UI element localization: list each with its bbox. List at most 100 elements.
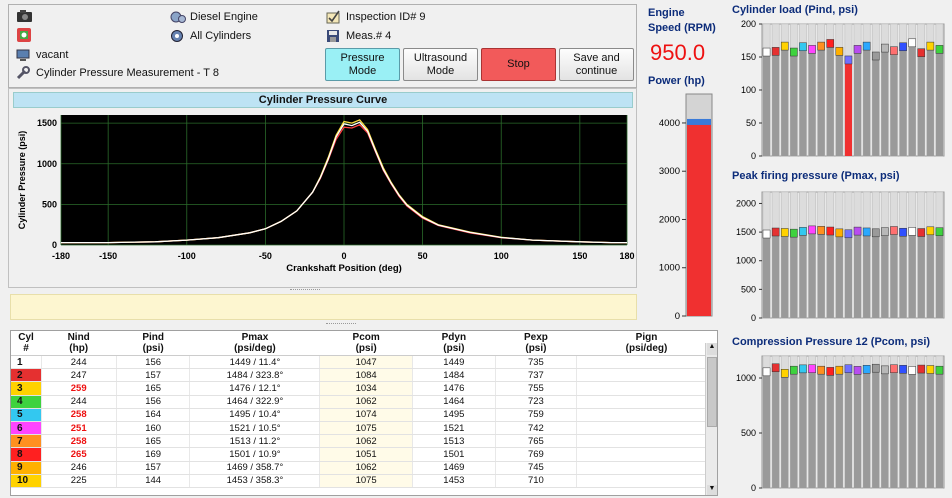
- table-row[interactable]: 1 244 156 1449 / 11.4° 1047 1449 735: [11, 355, 717, 370]
- table-cell-cyl: 9: [11, 461, 42, 475]
- table-cell-pdyn: 1464: [412, 395, 496, 409]
- table-row[interactable]: 10 225 144 1453 / 358.3° 1075 1453 710: [11, 474, 717, 488]
- table-cell-pdyn: 1484: [412, 368, 496, 383]
- app-window: { "header": { "engine_type": "Diesel Eng…: [0, 0, 952, 498]
- table-cell-pdyn: 1501: [412, 447, 496, 462]
- table-cell-nind: 247: [41, 368, 117, 383]
- bar: [808, 50, 816, 156]
- splitter-handle[interactable]: [290, 289, 320, 292]
- column-header[interactable]: Cyl #: [11, 331, 41, 356]
- bar: [781, 374, 789, 488]
- power-tick-label: 4000: [659, 118, 680, 129]
- message-bar: [10, 294, 637, 320]
- table-cell-pmax: 1484 / 323.8°: [189, 368, 321, 383]
- table-cell-pind: 156: [116, 395, 191, 409]
- scroll-thumb[interactable]: [707, 357, 717, 427]
- table-row[interactable]: 5 258 164 1495 / 10.4° 1074 1495 759: [11, 408, 717, 422]
- bar-cap: [908, 366, 916, 375]
- bar-cap: [817, 41, 825, 51]
- table-cell-pind: 157: [116, 461, 191, 475]
- table-cell-pcom: 1062: [319, 434, 413, 449]
- table-cell-pign: [576, 381, 717, 396]
- table-cell-pexp: 755: [495, 381, 578, 396]
- stop-button[interactable]: Stop: [481, 48, 556, 81]
- save-disk-icon: [326, 29, 340, 43]
- bar: [808, 230, 816, 318]
- bar: [863, 232, 871, 318]
- bar-cap: [790, 47, 798, 57]
- compression-chart: 1000 500 0: [736, 355, 945, 493]
- table-cell-nind: 244: [41, 355, 117, 370]
- table-cell-pdyn: 1521: [412, 421, 496, 436]
- bar: [881, 370, 889, 488]
- table-row[interactable]: 9 246 157 1469 / 358.7° 1062 1469 745: [11, 461, 717, 475]
- bar-cap: [844, 229, 853, 239]
- compression-title: Compression Pressure 12 (Pcom, psi): [732, 336, 931, 348]
- bar: [863, 47, 871, 156]
- bar: [926, 47, 934, 156]
- bar: [881, 49, 889, 156]
- save-continue-button[interactable]: Save and continue: [559, 48, 634, 81]
- bar: [763, 235, 771, 318]
- bar-cap: [780, 228, 789, 237]
- bar-cap: [762, 47, 771, 57]
- table-cell-nind: 265: [41, 447, 117, 462]
- table-row[interactable]: 3 259 165 1476 / 12.1° 1034 1476 755: [11, 381, 717, 396]
- stop-label: Stop: [507, 58, 530, 70]
- cylinders-row: All Cylinders: [170, 29, 251, 43]
- bar-y-tick-label: 2000: [736, 198, 756, 208]
- cylinders-mode: All Cylinders: [190, 30, 252, 42]
- column-header[interactable]: Pign (psi/deg): [576, 331, 717, 356]
- table-cell-pexp: 742: [495, 421, 578, 436]
- column-header[interactable]: Pdyn (psi): [412, 331, 496, 356]
- column-header[interactable]: Pind (psi): [116, 331, 190, 356]
- table-cell-pind: 160: [116, 421, 191, 436]
- table-cell-nind: 244: [41, 395, 117, 409]
- table-cell-pind: 157: [116, 368, 191, 383]
- scroll-up-icon[interactable]: ▲: [707, 343, 717, 355]
- table-cell-nind: 246: [41, 461, 117, 475]
- scroll-down-icon[interactable]: ▼: [707, 485, 717, 495]
- table-cell-pcom: 1062: [319, 461, 413, 475]
- bar-y-tick-label: 100: [741, 85, 756, 95]
- table-row[interactable]: 6 251 160 1521 / 10.5° 1075 1521 742: [11, 421, 717, 436]
- ultrasound-mode-button[interactable]: Ultrasound Mode: [403, 48, 478, 81]
- column-header[interactable]: Nind (hp): [41, 331, 117, 356]
- table-row[interactable]: 4 244 156 1464 / 322.9° 1062 1464 723: [11, 395, 717, 409]
- table-cell-pign: [576, 447, 717, 462]
- table-cell-pcom: 1051: [319, 447, 413, 462]
- table-cell-pmax: 1495 / 10.4°: [189, 408, 321, 422]
- bar-cap: [853, 366, 862, 375]
- bar: [781, 233, 789, 318]
- table-row[interactable]: 7 258 165 1513 / 11.2° 1062 1513 765: [11, 434, 717, 449]
- bar-cap: [817, 365, 825, 375]
- power-tick-label: 1000: [659, 263, 680, 274]
- column-header[interactable]: Pcom (psi): [319, 331, 413, 356]
- bar: [917, 233, 925, 318]
- bar: [890, 51, 898, 156]
- table-row[interactable]: 8 265 169 1501 / 10.9° 1051 1501 769: [11, 447, 717, 462]
- table-row[interactable]: 2 247 157 1484 / 323.8° 1084 1484 737: [11, 368, 717, 383]
- pressure-mode-button[interactable]: Pressure Mode: [325, 48, 400, 81]
- table-cell-pign: [576, 474, 717, 488]
- bar-y-tick-label: 0: [751, 151, 756, 161]
- table-scrollbar[interactable]: ▲ ▼: [705, 343, 717, 495]
- power-tick-label: 0: [675, 311, 680, 322]
- status-text: vacant: [36, 49, 69, 61]
- bar-cap: [790, 228, 798, 238]
- table-cell-nind: 259: [41, 381, 117, 396]
- bar: [935, 50, 943, 156]
- column-header[interactable]: Pmax (psi/deg): [189, 331, 320, 356]
- column-header[interactable]: Pexp (psi): [495, 331, 577, 356]
- bar-cap: [926, 365, 935, 374]
- bar-y-tick-label: 500: [741, 284, 756, 294]
- x-tick-label: -180: [52, 251, 70, 261]
- bar-plot-area: [761, 191, 945, 319]
- bar-y-tick-label: 1000: [736, 256, 756, 266]
- bar-cap: [771, 47, 780, 56]
- splitter-handle-2[interactable]: [326, 323, 356, 326]
- bar: [844, 234, 852, 318]
- bar: [881, 232, 889, 318]
- table-cell-pign: [576, 421, 717, 436]
- cylinder-load-chart: 200 150 100 50 0: [741, 19, 945, 161]
